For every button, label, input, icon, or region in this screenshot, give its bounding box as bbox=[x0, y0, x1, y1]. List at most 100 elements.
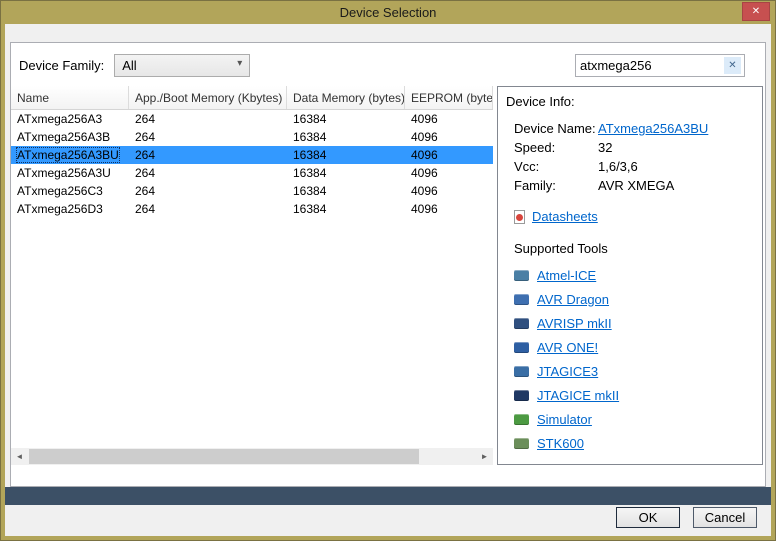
column-header-0[interactable]: Name bbox=[11, 86, 129, 109]
device-name-cell: ATxmega256D3 bbox=[11, 200, 129, 218]
table-row[interactable]: ATxmega256A3U264163844096 bbox=[11, 164, 493, 182]
table-cell: 4096 bbox=[405, 164, 493, 182]
table-cell: 16384 bbox=[287, 128, 405, 146]
device-name-cell: ATxmega256A3BU bbox=[11, 146, 129, 164]
device-info-fields: Device Name:ATxmega256A3BUSpeed:32Vcc:1,… bbox=[506, 119, 754, 195]
device-family-dropdown[interactable]: All ▾ bbox=[114, 54, 250, 77]
footer-accent-band bbox=[5, 487, 771, 505]
table-row[interactable]: ATxmega256A3264163844096 bbox=[11, 110, 493, 128]
ok-button[interactable]: OK bbox=[616, 507, 680, 528]
close-icon: ✕ bbox=[752, 6, 760, 17]
device-info-field: Family:AVR XMEGA bbox=[506, 176, 754, 195]
avrisp-mkii-icon bbox=[514, 318, 529, 329]
device-name-cell: ATxmega256C3 bbox=[11, 182, 129, 200]
toolbar: Device Family: All ▾ ✕ bbox=[11, 43, 765, 86]
device-info-field: Speed:32 bbox=[506, 138, 754, 157]
table-cell: 4096 bbox=[405, 182, 493, 200]
scrollbar-thumb[interactable] bbox=[29, 449, 419, 464]
table-empty-area bbox=[11, 218, 493, 448]
titlebar[interactable]: Device Selection ✕ bbox=[1, 1, 775, 24]
table-cell: 16384 bbox=[287, 110, 405, 128]
tool-item: STK600 bbox=[506, 431, 754, 455]
field-value[interactable]: ATxmega256A3BU bbox=[598, 121, 708, 136]
supported-tools-list: Atmel-ICE AVR Dragon AVRISP mkII AVR ONE! JT… bbox=[506, 263, 754, 455]
table-cell: 4096 bbox=[405, 200, 493, 218]
tool-link[interactable]: AVR ONE! bbox=[537, 340, 598, 355]
tool-item: AVR ONE! bbox=[506, 335, 754, 359]
table-cell: 16384 bbox=[287, 182, 405, 200]
table-cell: 4096 bbox=[405, 128, 493, 146]
table-cell: 4096 bbox=[405, 110, 493, 128]
device-info-title: Device Info: bbox=[506, 94, 754, 109]
supported-tools-title: Supported Tools bbox=[506, 241, 754, 256]
close-button[interactable]: ✕ bbox=[742, 2, 770, 21]
focused-cell-text: ATxmega256A3BU bbox=[17, 148, 119, 162]
stk600-icon bbox=[514, 438, 529, 449]
field-value: 32 bbox=[598, 140, 612, 155]
avr-one-icon bbox=[514, 342, 529, 353]
content-panel: Device Family: All ▾ ✕ NameApp./Boot Mem… bbox=[10, 42, 766, 487]
field-label: Speed: bbox=[514, 140, 598, 155]
search-input[interactable] bbox=[580, 58, 724, 73]
jtagice3-icon bbox=[514, 366, 529, 377]
tool-item: AVR Dragon bbox=[506, 287, 754, 311]
field-value: 1,6/3,6 bbox=[598, 159, 638, 174]
dialog-body: Device Family: All ▾ ✕ NameApp./Boot Mem… bbox=[5, 24, 771, 536]
table-row[interactable]: ATxmega256A3BU 264163844096 bbox=[11, 146, 493, 164]
device-name-cell: ATxmega256A3B bbox=[11, 128, 129, 146]
tool-link[interactable]: AVR Dragon bbox=[537, 292, 609, 307]
table-cell: 264 bbox=[129, 182, 287, 200]
tool-link[interactable]: AVRISP mkII bbox=[537, 316, 612, 331]
column-header-3[interactable]: EEPROM (bytes) bbox=[405, 86, 493, 109]
table-header-row: NameApp./Boot Memory (Kbytes)Data Memory… bbox=[11, 86, 493, 110]
tool-item: AVRISP mkII bbox=[506, 311, 754, 335]
scroll-left-icon[interactable]: ◄ bbox=[11, 448, 28, 465]
tool-item: Atmel-ICE bbox=[506, 263, 754, 287]
table-cell: 264 bbox=[129, 200, 287, 218]
table-row[interactable]: ATxmega256A3B264163844096 bbox=[11, 128, 493, 146]
device-family-label: Device Family: bbox=[19, 58, 104, 73]
tool-link[interactable]: JTAGICE mkII bbox=[537, 388, 619, 403]
column-header-2[interactable]: Data Memory (bytes) bbox=[287, 86, 405, 109]
tool-link[interactable]: Simulator bbox=[537, 412, 592, 427]
table-cell: 16384 bbox=[287, 200, 405, 218]
cancel-button[interactable]: Cancel bbox=[693, 507, 757, 528]
search-box: ✕ bbox=[575, 54, 745, 77]
table-cell: 264 bbox=[129, 146, 287, 164]
table-cell: 264 bbox=[129, 128, 287, 146]
horizontal-scrollbar[interactable]: ◄ ► bbox=[11, 448, 493, 465]
main-region: NameApp./Boot Memory (Kbytes)Data Memory… bbox=[11, 86, 765, 486]
datasheets-row: Datasheets bbox=[506, 209, 754, 224]
device-name-cell: ATxmega256A3 bbox=[11, 110, 129, 128]
table-row[interactable]: ATxmega256C3264163844096 bbox=[11, 182, 493, 200]
avr-dragon-icon bbox=[514, 294, 529, 305]
clear-icon: ✕ bbox=[728, 60, 736, 71]
tool-link[interactable]: JTAGICE3 bbox=[537, 364, 598, 379]
field-label: Family: bbox=[514, 178, 598, 193]
tool-item: Simulator bbox=[506, 407, 754, 431]
jtagice-mkii-icon bbox=[514, 390, 529, 401]
table-body: ATxmega256A3264163844096ATxmega256A3B264… bbox=[11, 110, 493, 218]
tool-item: JTAGICE mkII bbox=[506, 383, 754, 407]
field-label: Device Name: bbox=[514, 121, 598, 136]
tool-link[interactable]: STK600 bbox=[537, 436, 584, 451]
search-clear-button[interactable]: ✕ bbox=[724, 57, 741, 74]
chevron-down-icon: ▾ bbox=[237, 58, 242, 69]
table-row[interactable]: ATxmega256D3264163844096 bbox=[11, 200, 493, 218]
atmel-ice-icon bbox=[514, 270, 529, 281]
table-cell: 16384 bbox=[287, 164, 405, 182]
scroll-right-icon[interactable]: ► bbox=[476, 448, 493, 465]
simulator-icon bbox=[514, 414, 529, 425]
column-header-1[interactable]: App./Boot Memory (Kbytes) bbox=[129, 86, 287, 109]
datasheets-link[interactable]: Datasheets bbox=[532, 209, 598, 224]
table-cell: 16384 bbox=[287, 146, 405, 164]
device-info-field: Vcc:1,6/3,6 bbox=[506, 157, 754, 176]
footer: OK Cancel bbox=[5, 505, 771, 536]
dialog-title: Device Selection bbox=[340, 5, 437, 20]
table-cell: 4096 bbox=[405, 146, 493, 164]
pdf-icon bbox=[514, 210, 525, 224]
table-cell: 264 bbox=[129, 164, 287, 182]
device-info-field: Device Name:ATxmega256A3BU bbox=[506, 119, 754, 138]
tool-link[interactable]: Atmel-ICE bbox=[537, 268, 596, 283]
device-info-panel: Device Info: Device Name:ATxmega256A3BUS… bbox=[497, 86, 763, 465]
